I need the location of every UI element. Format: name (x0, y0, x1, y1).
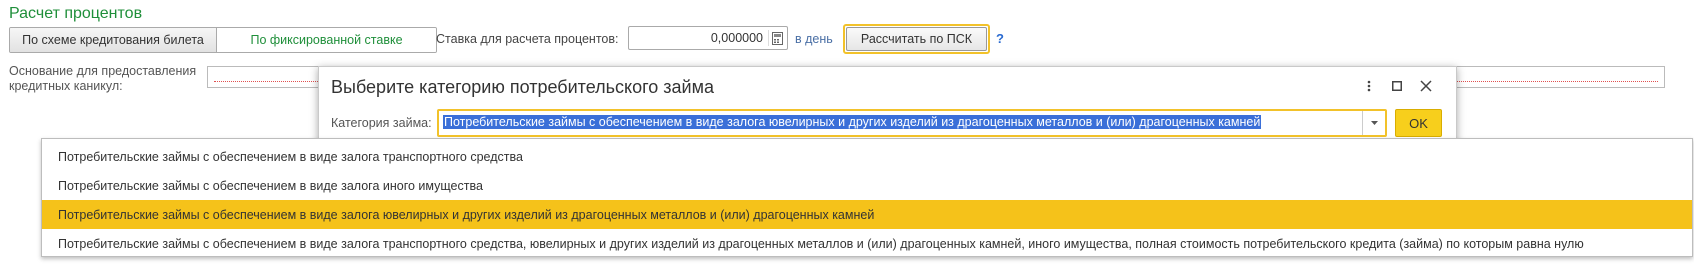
rate-unit: в день (795, 32, 833, 46)
scheme-ticket-option[interactable]: По схеме кредитования билета (10, 28, 217, 52)
more-icon[interactable] (1360, 77, 1378, 95)
interest-scheme-toggle: По схеме кредитования билета По фиксиров… (9, 27, 437, 53)
close-icon[interactable] (1417, 77, 1435, 95)
list-item-selected[interactable]: Потребительские займы с обеспечением в в… (42, 200, 1692, 229)
help-icon[interactable]: ? (996, 31, 1004, 46)
rate-value: 0,000000 (710, 31, 763, 45)
scheme-fixed-rate-option[interactable]: По фиксированной ставке (217, 28, 436, 52)
list-item[interactable]: Потребительские займы с обеспечением в в… (42, 142, 1692, 171)
list-item[interactable]: Потребительские займы с обеспечением в в… (42, 229, 1692, 258)
chevron-down-icon[interactable] (1362, 111, 1385, 135)
category-select[interactable]: Потребительские займы с обеспечением в в… (437, 109, 1387, 137)
category-dropdown-list: Потребительские займы с обеспечением в в… (41, 138, 1693, 257)
category-dialog: Выберите категорию потребительского займ… (318, 66, 1457, 144)
basis-label: Основание для предоставления кредитных к… (9, 64, 197, 93)
calculate-psk-label: Рассчитать по ПСК (846, 27, 987, 51)
calculate-psk-button[interactable]: Рассчитать по ПСК (843, 24, 990, 54)
rate-input[interactable]: 0,000000 (628, 26, 788, 50)
calculator-icon[interactable] (768, 30, 785, 46)
list-item[interactable]: Потребительские займы с обеспечением в в… (42, 171, 1692, 200)
category-value: Потребительские займы с обеспечением в в… (443, 115, 1262, 129)
section-title: Расчет процентов (9, 5, 143, 22)
rate-label: Ставка для расчета процентов: (436, 32, 619, 46)
category-label: Категория займа: (331, 116, 432, 130)
ok-button[interactable]: OK (1395, 109, 1442, 137)
maximize-icon[interactable] (1388, 77, 1406, 95)
dialog-title: Выберите категорию потребительского займ… (331, 77, 714, 97)
